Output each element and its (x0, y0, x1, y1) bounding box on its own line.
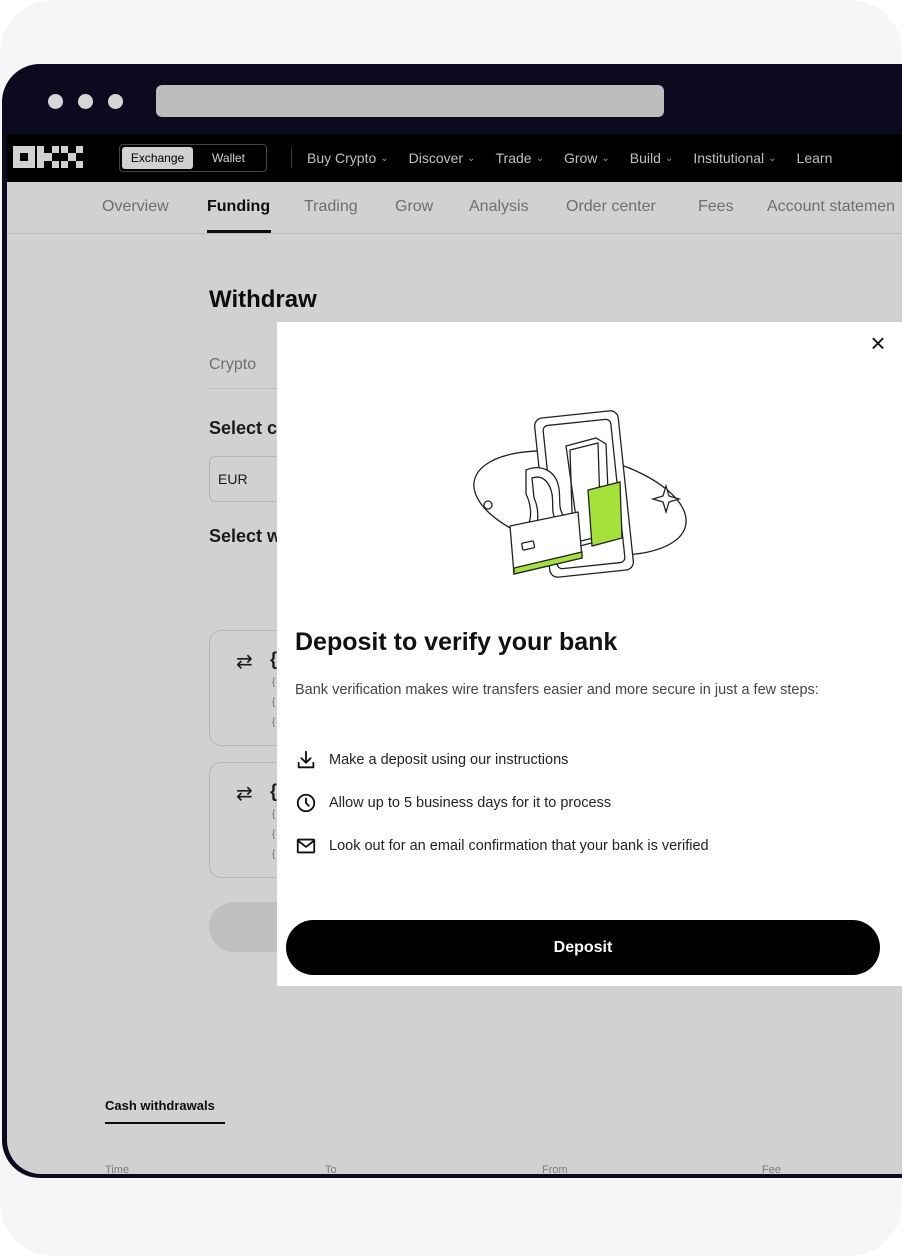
window-dot-icon[interactable] (78, 94, 93, 109)
step-item: Look out for an email confirmation that … (295, 835, 709, 857)
address-bar[interactable] (156, 85, 664, 117)
close-icon[interactable]: × (863, 328, 893, 358)
step-item: Allow up to 5 business days for it to pr… (295, 792, 611, 814)
bank-verification-illustration (473, 410, 687, 578)
deposit-button[interactable]: Deposit (286, 920, 880, 975)
window-dot-icon[interactable] (108, 94, 123, 109)
mail-icon (296, 838, 316, 854)
step-item: Make a deposit using our instructions (295, 749, 568, 771)
download-icon (297, 750, 315, 769)
window-controls (48, 94, 123, 109)
modal-title: Deposit to verify your bank (295, 628, 618, 656)
step-text: Allow up to 5 business days for it to pr… (329, 795, 612, 811)
window-dot-icon[interactable] (48, 94, 63, 109)
modal-description: Bank verification makes wire transfers e… (295, 682, 819, 698)
step-text: Make a deposit using our instructions (329, 752, 569, 768)
step-text: Look out for an email confirmation that … (329, 838, 709, 854)
clock-icon (296, 793, 316, 813)
